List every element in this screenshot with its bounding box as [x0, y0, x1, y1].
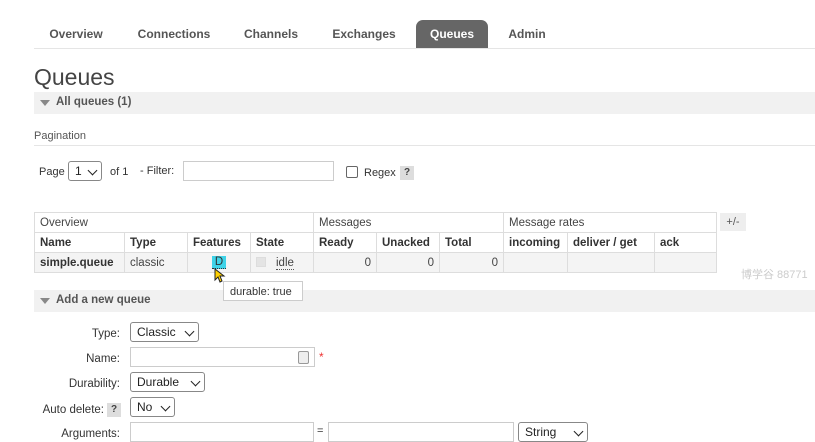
- queue-state: idle: [250, 252, 314, 273]
- filter-label: - Filter:: [140, 165, 175, 177]
- deliver-get-rate: [567, 252, 655, 273]
- col-deliver-get[interactable]: deliver / get: [567, 232, 655, 253]
- auto-delete-select[interactable]: No: [130, 397, 175, 417]
- page-title: Queues: [34, 64, 115, 90]
- table-row: simple.queue classic D idle 0 0 0: [34, 252, 717, 273]
- arguments-label: Arguments:: [61, 428, 120, 440]
- main-nav-tabs: Overview Connections Channels Exchanges …: [34, 20, 815, 49]
- col-unacked[interactable]: Unacked: [376, 232, 440, 253]
- queue-name-input[interactable]: [130, 347, 315, 367]
- col-name[interactable]: Name: [34, 232, 125, 253]
- durability-value: Durable: [137, 375, 180, 389]
- ready-count: 0: [313, 252, 377, 273]
- pagination-divider: [34, 145, 815, 146]
- queue-type-value: Classic: [137, 325, 176, 339]
- regex-label: Regex: [364, 167, 396, 179]
- chevron-down-icon: [190, 376, 201, 387]
- type-label: Type:: [91, 328, 120, 340]
- group-message-rates: Message rates: [503, 212, 717, 233]
- ack-rate: [654, 252, 717, 273]
- col-state[interactable]: State: [250, 232, 314, 253]
- col-features[interactable]: Features: [187, 232, 251, 253]
- auto-delete-value: No: [137, 400, 153, 414]
- page-label: Page: [39, 166, 65, 178]
- tab-admin[interactable]: Admin: [496, 20, 558, 48]
- all-queues-label: All queues (1): [56, 96, 132, 108]
- argument-key-input[interactable]: [130, 422, 314, 442]
- state-label: idle: [276, 256, 294, 270]
- chevron-down-icon: [160, 401, 171, 412]
- chevron-down-icon: [184, 326, 195, 337]
- durability-select[interactable]: Durable: [130, 372, 205, 392]
- collapse-triangle-icon: [40, 298, 50, 304]
- required-mark: *: [319, 350, 324, 364]
- argument-type-select[interactable]: String: [518, 422, 588, 442]
- state-indicator-icon: [256, 257, 266, 268]
- all-queues-section-toggle[interactable]: All queues (1): [34, 92, 815, 114]
- auto-delete-help-icon[interactable]: ?: [107, 403, 121, 417]
- auto-delete-label: Auto delete:: [42, 404, 104, 416]
- add-queue-section-toggle[interactable]: Add a new queue: [34, 290, 815, 312]
- collapse-triangle-icon: [40, 100, 50, 106]
- regex-help-icon[interactable]: ?: [400, 166, 414, 180]
- total-count: 0: [439, 252, 504, 273]
- column-toggle-button[interactable]: +/-: [720, 213, 746, 231]
- col-total[interactable]: Total: [439, 232, 504, 253]
- name-label: Name:: [86, 353, 120, 365]
- argument-value-input[interactable]: [328, 422, 514, 442]
- queue-type-select[interactable]: Classic: [130, 322, 199, 342]
- tab-overview[interactable]: Overview: [34, 20, 118, 48]
- filter-input[interactable]: [183, 161, 334, 181]
- feature-tooltip: durable: true: [223, 281, 303, 301]
- page-select-value: 1: [75, 164, 82, 178]
- col-ack[interactable]: ack: [654, 232, 717, 253]
- chevron-down-icon: [573, 426, 584, 437]
- equals-sign: =: [317, 425, 324, 437]
- pagination-label: Pagination: [34, 130, 86, 142]
- regex-checkbox[interactable]: [346, 166, 358, 178]
- incoming-rate: [503, 252, 568, 273]
- chevron-down-icon: [87, 165, 98, 176]
- page-count-label: of 1: [110, 166, 129, 178]
- tab-exchanges[interactable]: Exchanges: [320, 20, 408, 48]
- col-type[interactable]: Type: [124, 232, 188, 253]
- queues-table: Overview Messages Message rates Name Typ…: [34, 212, 717, 273]
- queue-type: classic: [124, 252, 188, 273]
- durability-label: Durability:: [68, 378, 120, 390]
- group-messages: Messages: [313, 212, 504, 233]
- add-queue-label: Add a new queue: [56, 294, 151, 306]
- password-manager-icon[interactable]: [298, 351, 309, 364]
- page-select[interactable]: 1: [68, 161, 102, 181]
- watermark: 博学谷 88771: [741, 269, 808, 281]
- col-ready[interactable]: Ready: [313, 232, 377, 253]
- tab-connections[interactable]: Connections: [126, 20, 222, 48]
- queue-name-link[interactable]: simple.queue: [34, 252, 125, 273]
- argument-type-value: String: [525, 425, 557, 439]
- tab-queues[interactable]: Queues: [416, 20, 488, 48]
- tab-channels[interactable]: Channels: [232, 20, 310, 48]
- group-overview: Overview: [34, 212, 314, 233]
- unacked-count: 0: [376, 252, 440, 273]
- col-incoming[interactable]: incoming: [503, 232, 568, 253]
